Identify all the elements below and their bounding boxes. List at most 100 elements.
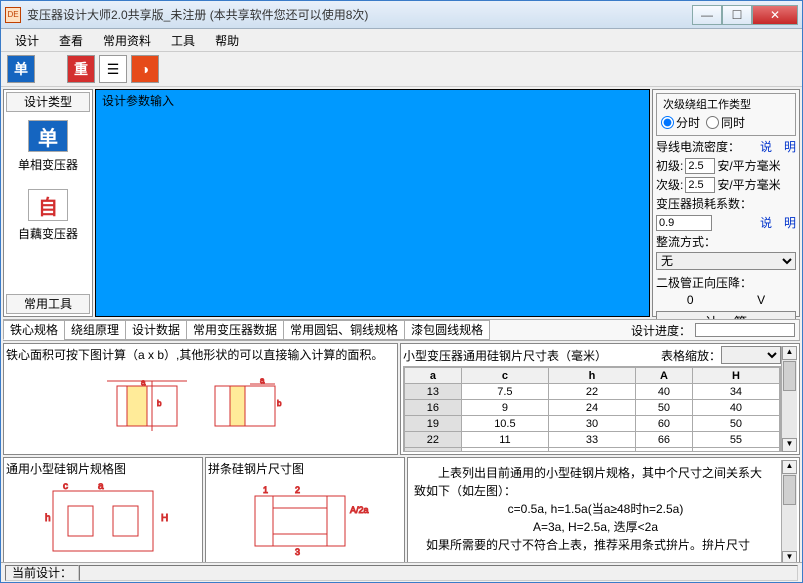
design-input-header: 设计参数输入 <box>102 92 174 109</box>
svg-text:a: a <box>260 376 265 385</box>
status-current: 当前设计： <box>5 565 79 581</box>
primary-input[interactable] <box>685 158 715 174</box>
svg-text:3: 3 <box>295 547 300 557</box>
svg-text:b: b <box>277 399 282 408</box>
strip-diagram-panel: 拼条硅钢片尺寸图 1 2 3 A/2a <box>205 457 405 562</box>
rect-label: 整流方式： <box>656 233 716 250</box>
svg-text:a: a <box>141 378 146 387</box>
core-shape-2: ab <box>205 376 295 440</box>
app-window: DE 变压器设计大师2.0共享版_未注册 (本共享软件您还可以使用8次) — ☐… <box>0 0 803 583</box>
auto-transformer-icon[interactable]: 自 <box>28 189 68 221</box>
table-scrollbar[interactable]: ▲ ▼ <box>781 346 797 452</box>
tab-core-spec[interactable]: 铁心规格 <box>3 320 65 340</box>
radio-same[interactable]: 同时 <box>706 114 745 131</box>
progress-label: 设计进度： <box>631 322 691 339</box>
tab-row: 铁心规格 绕组原理 设计数据 常用变压器数据 常用圆铝、铜线规格 漆包圆线规格 … <box>3 319 800 341</box>
density-help-link[interactable]: 说 明 <box>760 138 796 155</box>
top-row: 设计类型 单 单相变压器 自 自藕变压器 常用工具 设计参数输入 次级绕组工作类… <box>3 89 800 317</box>
density-label: 导线电流密度： <box>656 138 740 155</box>
spec-diagram: hcaH <box>6 477 200 562</box>
th-c: c <box>461 368 548 384</box>
bottom-row: 通用小型硅钢片规格图 hcaH 拼条硅钢片尺寸图 123A/2a 上表列出目前通… <box>3 457 800 562</box>
svg-text:h: h <box>45 513 51 524</box>
mid-row: 铁心面积可按下图计算（a x b）,其他形状的可以直接输入计算的面积。 ab a… <box>3 343 800 455</box>
size-table-panel: 小型变压器通用硅钢片尺寸表（毫米） 表格缩放： a c h A H <box>400 343 800 455</box>
scroll-thumb[interactable] <box>783 361 796 391</box>
tool-power-button[interactable]: ◑ <box>131 55 159 83</box>
single-phase-label[interactable]: 单相变压器 <box>18 156 78 173</box>
table-row[interactable]: 1910.5306050 <box>405 416 780 432</box>
minimize-button[interactable]: — <box>692 5 722 25</box>
menu-view[interactable]: 查看 <box>51 30 91 51</box>
svg-text:b: b <box>157 399 162 408</box>
tab-common-trans[interactable]: 常用变压器数据 <box>186 320 284 340</box>
text-scrollbar[interactable]: ▲ ▼ <box>781 460 797 562</box>
common-tools-tab[interactable]: 常用工具 <box>6 294 90 314</box>
menu-data[interactable]: 常用资料 <box>95 30 159 51</box>
single-phase-icon[interactable]: 单 <box>28 120 68 152</box>
primary-label: 初级: <box>656 157 683 174</box>
spec-diagram-title: 通用小型硅钢片规格图 <box>6 460 200 477</box>
table-row[interactable]: 2211336655 <box>405 432 780 448</box>
maximize-button[interactable]: ☐ <box>722 5 752 25</box>
tool-calc-button[interactable]: ☰ <box>99 55 127 83</box>
table-wrapper: a c h A H 137.5224034 169245040 1910.530… <box>403 366 781 452</box>
text-scroll-thumb[interactable] <box>783 475 796 505</box>
diode-label: 二极管正向压降： <box>656 274 752 291</box>
core-diagram-panel: 铁心面积可按下图计算（a x b）,其他形状的可以直接输入计算的面积。 ab a… <box>3 343 398 455</box>
content: 设计类型 单 单相变压器 自 自藕变压器 常用工具 设计参数输入 次级绕组工作类… <box>1 87 802 562</box>
secondary-input[interactable] <box>685 177 715 193</box>
size-table-title: 小型变压器通用硅钢片尺寸表（毫米） <box>403 347 661 364</box>
loss-input[interactable] <box>656 215 712 231</box>
th-h: h <box>548 368 635 384</box>
svg-text:1: 1 <box>263 485 268 495</box>
tab-wire-al[interactable]: 常用圆铝、铜线规格 <box>283 320 405 340</box>
zoom-select[interactable] <box>721 346 781 364</box>
spec-diagram-panel: 通用小型硅钢片规格图 hcaH <box>3 457 203 562</box>
close-button[interactable]: ✕ <box>752 5 798 25</box>
winding-type-title: 次级绕组工作类型 <box>661 96 753 112</box>
tool-single-button[interactable]: 单 <box>7 55 35 83</box>
window-title: 变压器设计大师2.0共享版_未注册 (本共享软件您还可以使用8次) <box>27 6 692 23</box>
core-shape-1: ab <box>107 376 197 440</box>
window-controls: — ☐ ✕ <box>692 5 798 25</box>
statusbar: 当前设计： <box>1 562 802 582</box>
table-row[interactable]: 137.5224034 <box>405 384 780 400</box>
table-row[interactable]: 169245040 <box>405 400 780 416</box>
left-body: 单 单相变压器 自 自藕变压器 <box>4 114 92 292</box>
auto-transformer-label[interactable]: 自藕变压器 <box>18 225 78 242</box>
tab-winding[interactable]: 绕组原理 <box>64 320 126 340</box>
text-scroll-up[interactable]: ▲ <box>782 460 797 474</box>
design-type-tab[interactable]: 设计类型 <box>6 92 90 112</box>
scroll-up-button[interactable]: ▲ <box>782 346 797 360</box>
loss-label: 变压器损耗系数： <box>656 195 752 212</box>
tool-reset-button[interactable]: 重 <box>67 55 95 83</box>
text-scroll-down[interactable]: ▼ <box>782 551 797 562</box>
table-row[interactable]: 2537.57062.5 <box>405 448 780 453</box>
scroll-down-button[interactable]: ▼ <box>782 438 797 452</box>
th-H: H <box>692 368 779 384</box>
diode-zero: 0 <box>687 293 694 307</box>
core-diagrams: ab ab <box>6 363 395 452</box>
svg-text:c: c <box>63 481 68 492</box>
svg-text:A/2a: A/2a <box>350 505 369 515</box>
strip-diagram: 1 2 3 A/2a <box>208 477 402 562</box>
tab-wire-enam[interactable]: 漆包圆线规格 <box>404 320 490 340</box>
design-input-area: 设计参数输入 <box>95 89 650 317</box>
menu-tools[interactable]: 工具 <box>163 30 203 51</box>
rect-select[interactable]: 无 <box>656 252 796 270</box>
left-panel: 设计类型 单 单相变压器 自 自藕变压器 常用工具 <box>3 89 93 317</box>
radio-split[interactable]: 分时 <box>661 114 700 131</box>
size-table: a c h A H 137.5224034 169245040 1910.530… <box>404 367 780 452</box>
loss-help-link[interactable]: 说 明 <box>760 214 796 231</box>
th-A: A <box>636 368 693 384</box>
menu-help[interactable]: 帮助 <box>207 30 247 51</box>
tab-design-data[interactable]: 设计数据 <box>125 320 187 340</box>
zoom-label: 表格缩放： <box>661 347 721 364</box>
strip-diagram-title: 拼条硅钢片尺寸图 <box>208 460 402 477</box>
text-panel: 上表列出目前通用的小型硅钢片规格，其中个尺寸之间关系大 致如下（如左图）： c=… <box>407 457 800 562</box>
titlebar: DE 变压器设计大师2.0共享版_未注册 (本共享软件您还可以使用8次) — ☐… <box>1 1 802 29</box>
svg-text:2: 2 <box>295 485 300 495</box>
menubar: 设计 查看 常用资料 工具 帮助 <box>1 29 802 51</box>
menu-design[interactable]: 设计 <box>7 30 47 51</box>
